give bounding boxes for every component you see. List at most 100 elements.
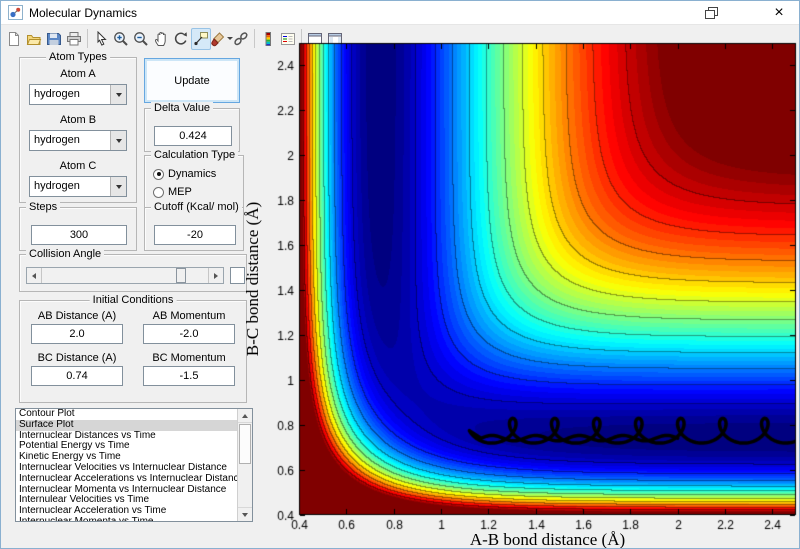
atom-c-combobox[interactable]: hydrogen — [29, 176, 127, 197]
toolbar-button-zoom-out[interactable] — [131, 28, 151, 50]
print-icon — [66, 31, 82, 47]
close-icon: × — [774, 5, 783, 21]
combobox-value: hydrogen — [34, 180, 80, 192]
arrow-down-icon — [242, 513, 248, 517]
list-item[interactable]: Internuclear Distances vs Time — [16, 431, 237, 442]
toolbar-button-brush[interactable] — [211, 28, 231, 50]
combobox-value: hydrogen — [34, 88, 80, 100]
panel-title: Delta Value — [151, 102, 213, 114]
combobox-arrow[interactable] — [110, 177, 126, 196]
data-cursor-icon — [193, 31, 209, 47]
atom-b-combobox[interactable]: hydrogen — [29, 130, 127, 151]
toolbar-button-print-figure[interactable] — [64, 28, 84, 50]
cutoff-panel: Cutoff (Kcal/ mol) — [144, 207, 244, 251]
arrow-up-icon — [242, 414, 248, 418]
atom-b-label: Atom B — [60, 114, 96, 126]
new-document-icon — [6, 31, 22, 47]
scroll-thumb[interactable] — [239, 424, 251, 464]
slider-right-arrow[interactable] — [208, 268, 223, 283]
radio-circle-icon — [153, 169, 164, 180]
y-axis-label: B-C bond distance (Å) — [243, 202, 263, 356]
close-button[interactable]: × — [761, 1, 797, 24]
window-title: Molecular Dynamics — [29, 6, 137, 20]
ab-distance-label: AB Distance (A) — [38, 310, 116, 322]
toolbar-button-edit-plot[interactable] — [91, 28, 111, 50]
toolbar-button-open-file[interactable] — [24, 28, 44, 50]
toolbar-separator — [254, 29, 255, 48]
slider-left-arrow[interactable] — [27, 268, 42, 283]
slider-thumb[interactable] — [176, 268, 186, 283]
panel-title: Atom Types — [46, 51, 110, 63]
scroll-up-button[interactable] — [238, 409, 252, 423]
radio-label: MEP — [168, 186, 192, 198]
arrow-left-icon — [32, 273, 36, 279]
update-button[interactable]: Update — [144, 58, 240, 103]
cursor-arrow-icon — [93, 31, 109, 47]
bc-momentum-label: BC Momentum — [152, 352, 225, 364]
toolbar-button-save-figure[interactable] — [44, 28, 64, 50]
combobox-arrow[interactable] — [110, 131, 126, 150]
ab-momentum-label: AB Momentum — [153, 310, 226, 322]
radio-mep[interactable]: MEP — [153, 186, 192, 198]
restore-button[interactable] — [693, 1, 729, 24]
toolbar-button-link-plot[interactable] — [231, 28, 251, 50]
chevron-down-icon — [116, 185, 122, 189]
toolbar-button-zoom-in[interactable] — [111, 28, 131, 50]
atom-c-label: Atom C — [60, 160, 97, 172]
collision-angle-panel: Collision Angle — [19, 254, 247, 292]
save-icon — [46, 31, 62, 47]
app-window: Molecular Dynamics × Atom Types Atom Ahy… — [0, 0, 800, 549]
rotate-3d-icon — [173, 31, 189, 47]
list-item[interactable]: Internuclear Accelerations vs Internucle… — [16, 474, 237, 485]
list-item[interactable]: Internuclear Momenta vs Internuclear Dis… — [16, 485, 237, 496]
radio-dynamics[interactable]: Dynamics — [153, 168, 216, 180]
listbox-scrollbar[interactable] — [237, 409, 252, 521]
list-item[interactable]: Internulear Velocities vs Time — [16, 495, 237, 506]
panel-title: Initial Conditions — [90, 294, 177, 306]
ab-momentum-field[interactable] — [143, 324, 235, 344]
pes-plot-canvas[interactable] — [257, 31, 800, 546]
toolbar-button-new-figure[interactable] — [4, 28, 24, 50]
brush-icon — [210, 31, 226, 47]
titlebar: Molecular Dynamics × — [1, 1, 799, 25]
zoom-in-icon — [113, 31, 129, 47]
list-item[interactable]: Kinetic Energy vs Time — [16, 452, 237, 463]
combobox-arrow[interactable] — [110, 85, 126, 104]
collision-angle-slider[interactable] — [26, 267, 224, 284]
panel-title: Calculation Type — [151, 149, 238, 161]
atom-a-combobox[interactable]: hydrogen — [29, 84, 127, 105]
chevron-down-icon — [116, 93, 122, 97]
toolbar-separator — [87, 29, 88, 48]
toolbar-button-data-cursor[interactable] — [191, 28, 211, 50]
cutoff-field[interactable] — [154, 225, 236, 245]
bc-distance-field[interactable] — [31, 366, 123, 386]
scroll-down-button[interactable] — [238, 507, 252, 521]
list-item[interactable]: Internuclear Momenta vs Time — [16, 517, 237, 521]
steps-field[interactable] — [31, 225, 127, 245]
open-folder-icon — [26, 31, 42, 47]
radio-label: Dynamics — [168, 168, 216, 180]
initial-conditions-panel: Initial Conditions AB Distance (A) AB Mo… — [19, 300, 247, 403]
app-icon — [8, 5, 23, 20]
ab-distance-field[interactable] — [31, 324, 123, 344]
radio-circle-icon — [153, 187, 164, 198]
toolbar-button-pan[interactable] — [151, 28, 171, 50]
delta-value-field[interactable] — [154, 126, 232, 146]
plot-type-listbox: Contour PlotSurface PlotInternuclear Dis… — [15, 408, 253, 522]
steps-panel: Steps — [19, 207, 137, 251]
list-item[interactable]: Internuclear Acceleration vs Time — [16, 506, 237, 517]
list-item[interactable]: Potential Energy vs Time — [16, 441, 237, 452]
x-axis-label: A-B bond distance (Å) — [447, 530, 648, 549]
listbox-items: Contour PlotSurface PlotInternuclear Dis… — [16, 409, 237, 521]
panel-title: Collision Angle — [26, 248, 104, 260]
list-item[interactable]: Surface Plot — [16, 420, 237, 431]
restore-icon — [705, 7, 717, 18]
bc-momentum-field[interactable] — [143, 366, 235, 386]
panel-title: Steps — [26, 201, 60, 213]
bc-distance-label: BC Distance (A) — [38, 352, 117, 364]
pan-hand-icon — [153, 31, 169, 47]
list-item[interactable]: Contour Plot — [16, 409, 237, 420]
toolbar-button-rotate-3d[interactable] — [171, 28, 191, 50]
panel-title: Cutoff (Kcal/ mol) — [151, 201, 242, 213]
list-item[interactable]: Internuclear Velocities vs Internuclear … — [16, 463, 237, 474]
